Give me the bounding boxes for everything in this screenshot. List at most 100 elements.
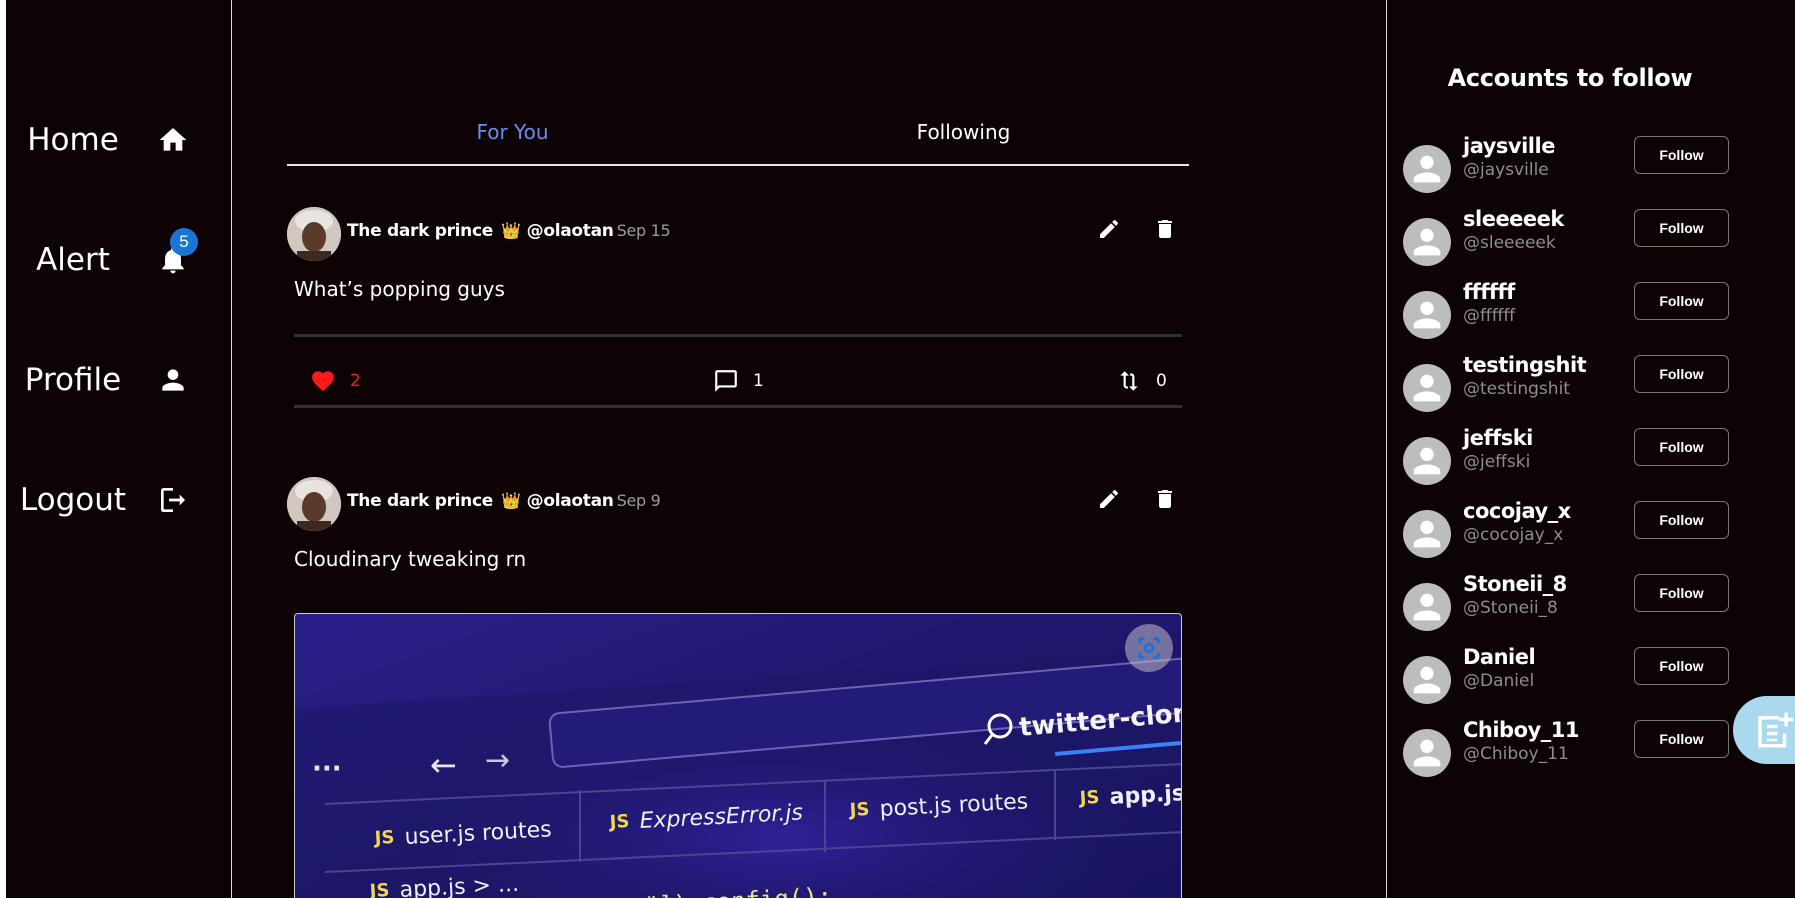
person-icon: [1413, 447, 1441, 475]
author-name[interactable]: The dark prince: [347, 221, 493, 241]
post-divider: [294, 334, 1182, 337]
like-button[interactable]: 2: [310, 368, 361, 394]
sidebar-item-profile[interactable]: Profile: [6, 350, 232, 410]
svg-text:JS: JS: [367, 880, 390, 898]
account-row: cocojay_x @cocojay_x Follow: [1403, 499, 1733, 565]
repost-button[interactable]: 0: [1116, 368, 1167, 394]
account-row: Stoneii_8 @Stoneii_8 Follow: [1403, 572, 1733, 638]
avatar[interactable]: [1403, 364, 1451, 412]
sidebar-item-logout[interactable]: Logout: [6, 470, 232, 530]
compose-post-button[interactable]: [1733, 696, 1795, 764]
avatar[interactable]: [1403, 729, 1451, 777]
account-handle: @sleeeeek: [1463, 233, 1556, 253]
account-row: ffffff @ffffff Follow: [1403, 280, 1733, 346]
account-row: Chiboy_11 @Chiboy_11 Follow: [1403, 718, 1733, 784]
sidebar-item-home[interactable]: Home: [6, 110, 232, 170]
image-scan-button[interactable]: [1125, 624, 1173, 672]
svg-text:JS: JS: [847, 799, 870, 821]
avatar[interactable]: [1403, 510, 1451, 558]
account-handle: @testingshit: [1463, 379, 1570, 399]
sidebar-item-label: Home: [27, 122, 119, 158]
follow-button[interactable]: Follow: [1634, 282, 1729, 320]
account-handle: @cocojay_x: [1463, 525, 1564, 545]
follow-button[interactable]: Follow: [1634, 720, 1729, 758]
post-date: Sep 15: [616, 221, 671, 240]
delete-icon[interactable]: [1151, 215, 1179, 243]
avatar[interactable]: [1403, 437, 1451, 485]
account-row: testingshit @testingshit Follow: [1403, 353, 1733, 419]
avatar[interactable]: [1403, 145, 1451, 193]
code-screenshot-image: ··· ← → twitter-clone-b JS user.js route…: [295, 614, 1182, 898]
account-name[interactable]: Daniel: [1463, 645, 1536, 669]
account-handle: @Stoneii_8: [1463, 598, 1558, 618]
account-row: sleeeeek @sleeeeek Follow: [1403, 207, 1733, 273]
author-handle[interactable]: @olaotan: [527, 491, 614, 511]
account-name[interactable]: sleeeeek: [1463, 207, 1564, 231]
avatar[interactable]: [1403, 656, 1451, 704]
svg-text:···: ···: [312, 754, 342, 784]
accounts-panel: Accounts to follow jaysville @jaysville Fo…: [1387, 0, 1795, 898]
follow-button[interactable]: Follow: [1634, 574, 1729, 612]
author-handle[interactable]: @olaotan: [527, 221, 614, 241]
person-icon: [1413, 666, 1441, 694]
heart-icon: [312, 371, 334, 392]
follow-button[interactable]: Follow: [1634, 209, 1729, 247]
post-date: Sep 9: [616, 491, 661, 510]
follow-button[interactable]: Follow: [1634, 136, 1729, 174]
follow-button[interactable]: Follow: [1634, 647, 1729, 685]
post-divider: [294, 405, 1182, 408]
home-icon: [156, 123, 190, 157]
account-name[interactable]: Stoneii_8: [1463, 572, 1567, 596]
post-image[interactable]: ··· ← → twitter-clone-b JS user.js route…: [294, 613, 1182, 898]
accounts-title: Accounts to follow: [1447, 64, 1693, 92]
crown-icon: 👑: [501, 491, 521, 510]
account-name[interactable]: jaysville: [1463, 134, 1555, 158]
account-name[interactable]: cocojay_x: [1463, 499, 1571, 523]
account-name[interactable]: ffffff: [1463, 280, 1515, 304]
avatar[interactable]: [287, 207, 341, 261]
person-icon: [1413, 593, 1441, 621]
avatar[interactable]: [1403, 291, 1451, 339]
person-icon: [1413, 301, 1441, 329]
post-header: The dark prince 👑 @olaotan Sep 15: [287, 207, 1189, 263]
post-author: The dark prince 👑 @olaotan Sep 15: [347, 221, 671, 241]
person-icon: [1413, 155, 1441, 183]
edit-icon[interactable]: [1095, 485, 1123, 513]
sidebar-item-label: Logout: [19, 482, 127, 518]
account-row: jaysville @jaysville Follow: [1403, 134, 1733, 200]
post-owner-actions: [1095, 485, 1179, 513]
author-name[interactable]: The dark prince: [347, 491, 493, 511]
svg-text:→: →: [485, 743, 510, 778]
image-tab-text: app.js: [1109, 781, 1182, 810]
avatar[interactable]: [1403, 218, 1451, 266]
logout-icon: [156, 483, 190, 517]
tab-for-you[interactable]: For You: [287, 105, 738, 164]
account-name[interactable]: Chiboy_11: [1463, 718, 1579, 742]
follow-button[interactable]: Follow: [1634, 501, 1729, 539]
person-icon: [1413, 520, 1441, 548]
edit-icon[interactable]: [1095, 215, 1123, 243]
post-text: Cloudinary tweaking rn: [294, 547, 527, 571]
account-name[interactable]: jeffski: [1463, 426, 1533, 450]
avatar[interactable]: [287, 477, 341, 531]
feed-tabs: For You Following: [287, 105, 1189, 166]
sidebar-item-label: Alert: [36, 242, 110, 278]
follow-button[interactable]: Follow: [1634, 355, 1729, 393]
tab-following[interactable]: Following: [738, 105, 1189, 164]
follow-button[interactable]: Follow: [1634, 428, 1729, 466]
sidebar-item-alert[interactable]: Alert 5: [6, 228, 232, 290]
post-card: The dark prince 👑 @olaotan Sep 15 What’s…: [287, 207, 1189, 417]
post-owner-actions: [1095, 215, 1179, 243]
account-name[interactable]: testingshit: [1463, 353, 1587, 377]
like-count: 2: [350, 371, 361, 391]
svg-text:←: ←: [430, 746, 457, 784]
comment-button[interactable]: 1: [713, 368, 764, 394]
post-author: The dark prince 👑 @olaotan Sep 9: [347, 491, 661, 511]
avatar[interactable]: [1403, 583, 1451, 631]
comment-icon: [715, 370, 737, 392]
compose-icon: [1758, 712, 1794, 748]
account-handle: @Daniel: [1463, 671, 1535, 691]
repost-count: 0: [1156, 371, 1167, 391]
svg-text:JS: JS: [1077, 787, 1100, 809]
delete-icon[interactable]: [1151, 485, 1179, 513]
